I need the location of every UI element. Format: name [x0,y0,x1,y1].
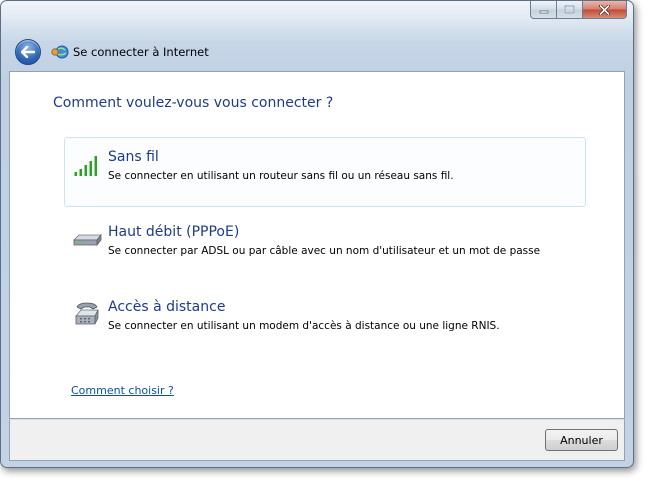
wizard-nav: Se connecter à Internet [15,39,209,65]
option-title: Haut débit (PPPoE) [108,224,240,240]
option-description: Se connecter en utilisant un routeur san… [108,170,454,182]
option-title: Sans fil [108,149,159,165]
page-heading: Comment voulez-vous vous connecter ? [53,95,334,111]
wizard-window: Se connecter à Internet Comment voulez-v… [0,0,634,468]
wireless-signal-icon [74,156,97,176]
option-dialup[interactable]: Accès à distance Se connecter en utilisa… [64,287,586,357]
option-broadband[interactable]: Haut débit (PPPoE) Se connecter par ADSL… [64,212,586,282]
cancel-button[interactable]: Annuler [545,429,618,451]
minimize-icon [539,10,548,13]
content-panel: Comment voulez-vous vous connecter ? San… [9,71,625,419]
minimize-button[interactable] [530,1,557,19]
telephone-icon [75,302,99,325]
help-link[interactable]: Comment choisir ? [71,384,174,397]
option-wireless[interactable]: Sans fil Se connecter en utilisant un ro… [64,137,586,207]
maximize-button[interactable] [557,1,583,19]
window-title: Se connecter à Internet [73,45,209,59]
close-icon [599,4,610,15]
modem-device-icon [73,233,102,247]
network-globe-icon [51,45,69,59]
caption-buttons [530,1,627,19]
option-description: Se connecter en utilisant un modem d'acc… [108,320,500,332]
footer-bar: Annuler [9,419,625,461]
maximize-icon [564,5,575,14]
option-description: Se connecter par ADSL ou par câble avec … [108,245,541,257]
back-button[interactable] [15,39,41,65]
option-title: Accès à distance [108,299,226,315]
back-arrow-icon [21,46,35,58]
close-button[interactable] [583,1,627,19]
